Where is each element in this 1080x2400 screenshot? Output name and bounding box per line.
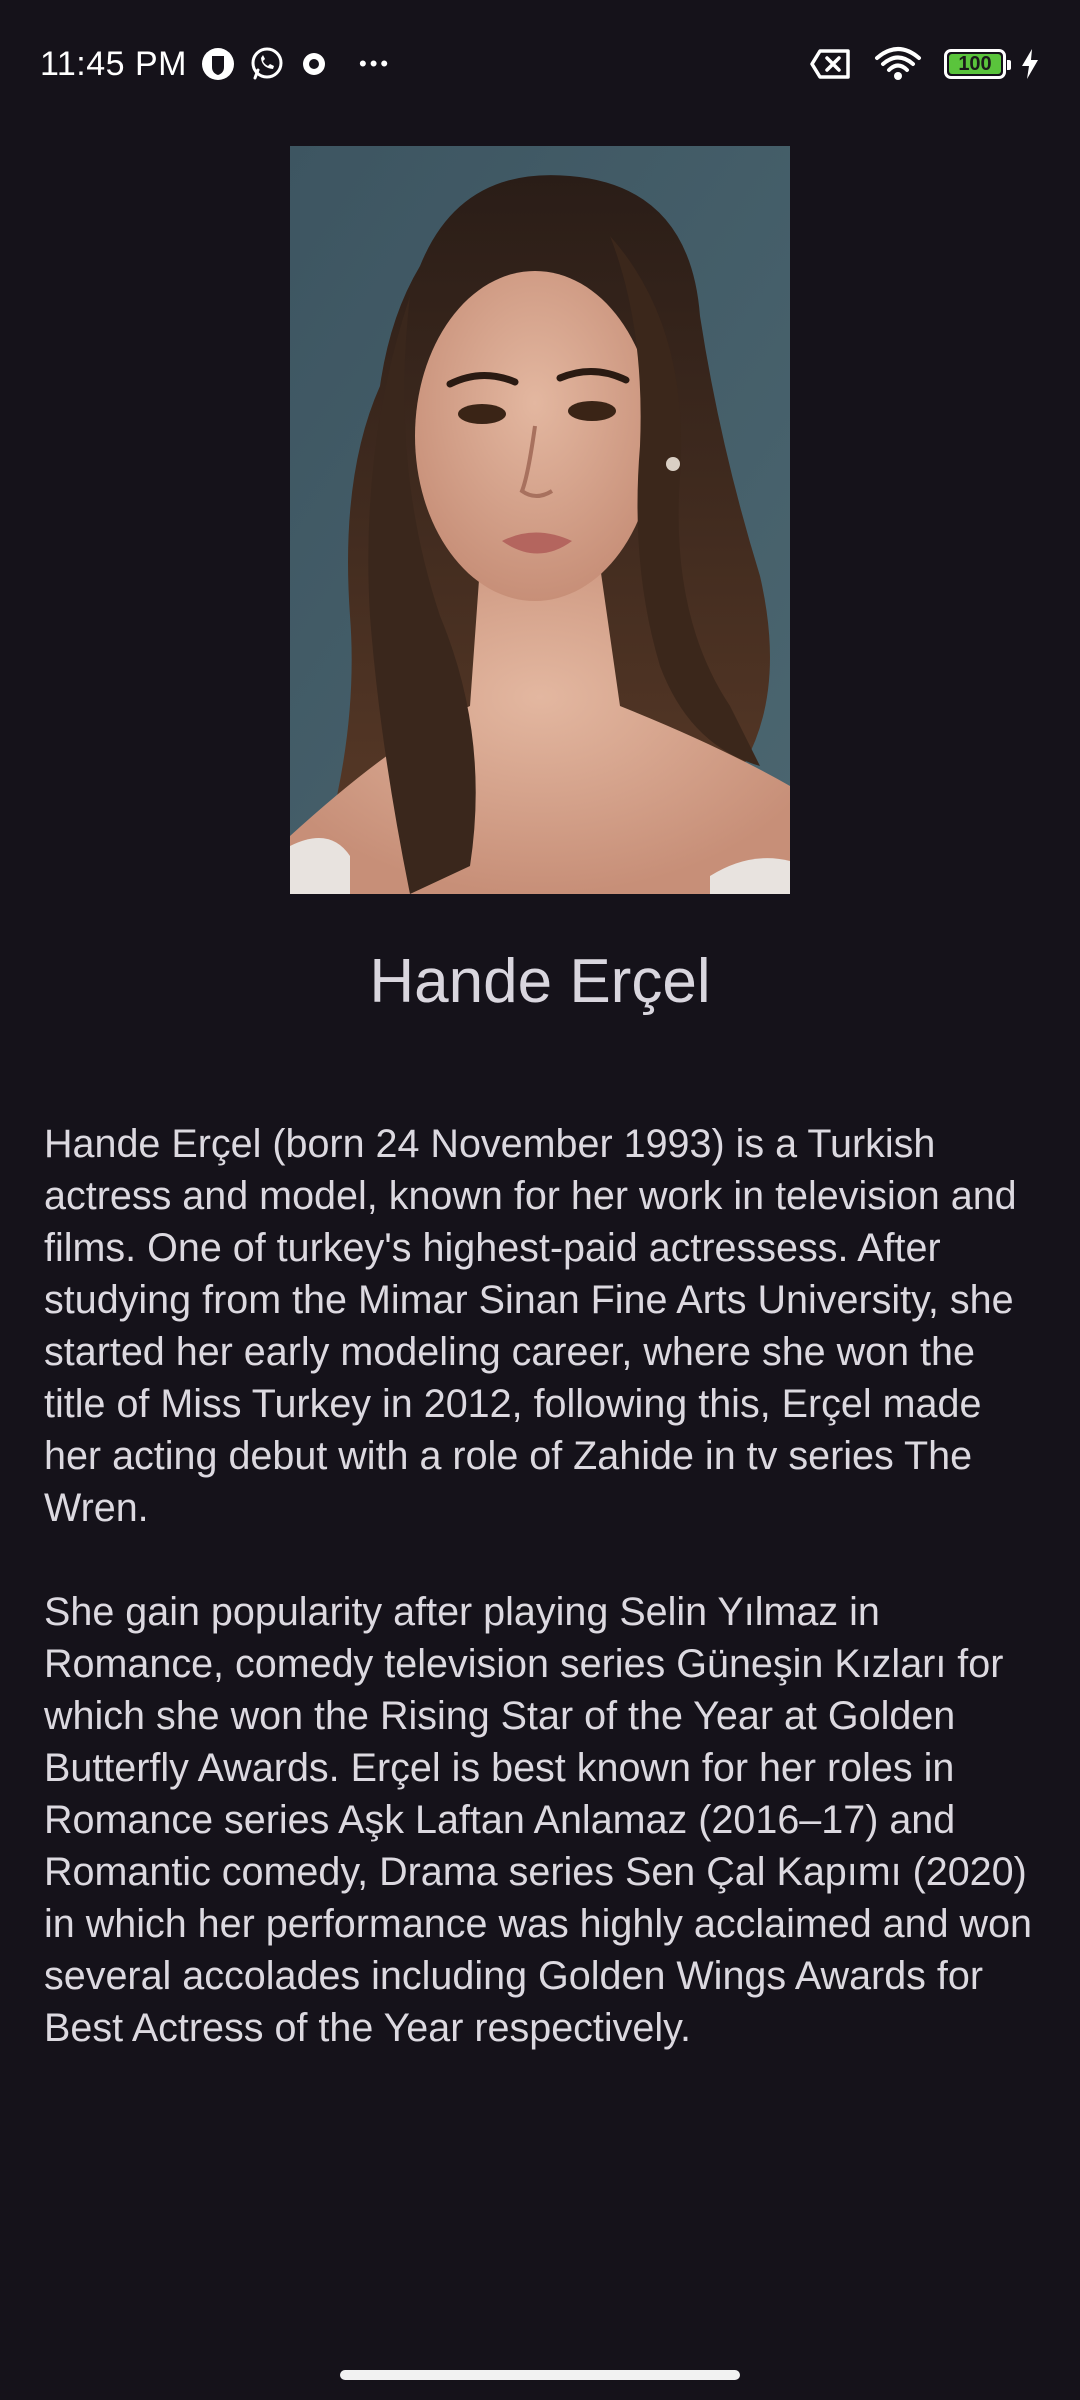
battery-icon: 100 xyxy=(944,49,1011,79)
battery-level: 100 xyxy=(958,52,992,75)
bitwarden-icon xyxy=(201,47,235,81)
wifi-icon xyxy=(874,46,922,82)
profile-photo xyxy=(290,146,790,894)
bio-paragraph: She gain popularity after playing Selin … xyxy=(44,1590,1033,2050)
bio-paragraph: Hande Erçel (born 24 November 1993) is a… xyxy=(44,1122,1017,1530)
status-bar: 11:45 PM ••• 100 xyxy=(0,0,1080,128)
more-icon: ••• xyxy=(359,51,392,76)
status-left: 11:45 PM ••• xyxy=(40,45,391,84)
whatsapp-icon xyxy=(249,46,285,82)
home-indicator[interactable] xyxy=(340,2370,740,2380)
profile-name: Hande Erçel xyxy=(369,947,711,1016)
no-sim-icon xyxy=(810,48,852,80)
status-right: 100 xyxy=(810,46,1040,82)
charging-icon xyxy=(1020,48,1040,80)
status-time: 11:45 PM xyxy=(40,44,188,83)
profile-bio: Hande Erçel (born 24 November 1993) is a… xyxy=(44,1118,1044,2106)
notification-icon xyxy=(299,49,329,79)
